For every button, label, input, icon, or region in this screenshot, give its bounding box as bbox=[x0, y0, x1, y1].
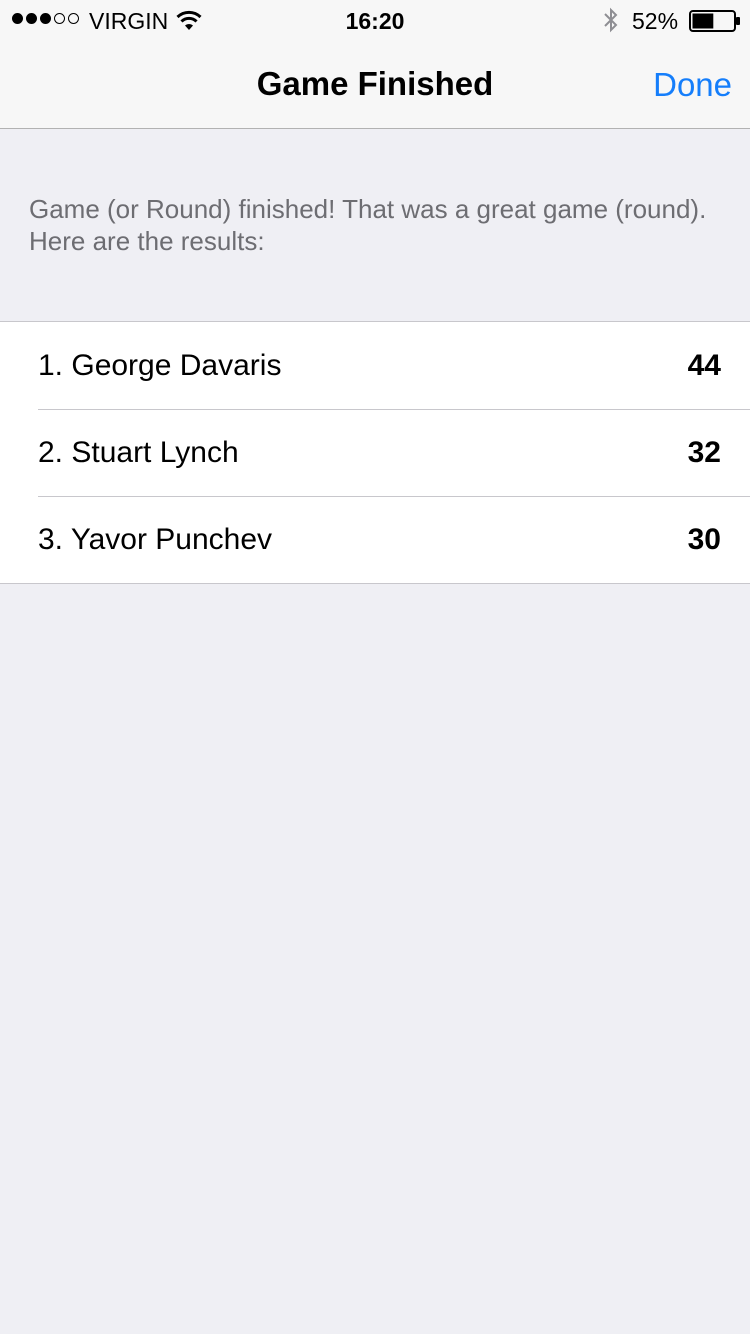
results-message: Game (or Round) finished! That was a gre… bbox=[29, 194, 707, 256]
battery-percentage: 52% bbox=[632, 8, 679, 34]
page-title: Game Finished bbox=[256, 65, 494, 102]
player-score: 32 bbox=[687, 436, 721, 469]
result-row: 2. Stuart Lynch 32 bbox=[0, 409, 750, 496]
result-row: 1. George Davaris 44 bbox=[0, 322, 750, 409]
player-name: 2. Stuart Lynch bbox=[38, 436, 239, 469]
result-row: 3. Yavor Punchev 30 bbox=[0, 496, 750, 583]
player-name: 3. Yavor Punchev bbox=[38, 523, 273, 556]
results-table: 1. George Davaris 44 2. Stuart Lynch 32 … bbox=[0, 321, 750, 584]
status-bar: VIRGIN 16:20 52% bbox=[0, 0, 750, 40]
bluetooth-icon bbox=[604, 7, 618, 33]
navigation-bar: Game Finished Done bbox=[0, 40, 750, 129]
battery-icon bbox=[689, 10, 740, 32]
player-name: 1. George Davaris bbox=[38, 349, 282, 382]
player-score: 30 bbox=[687, 523, 721, 556]
player-score: 44 bbox=[687, 349, 721, 382]
done-button[interactable]: Done bbox=[653, 40, 732, 128]
